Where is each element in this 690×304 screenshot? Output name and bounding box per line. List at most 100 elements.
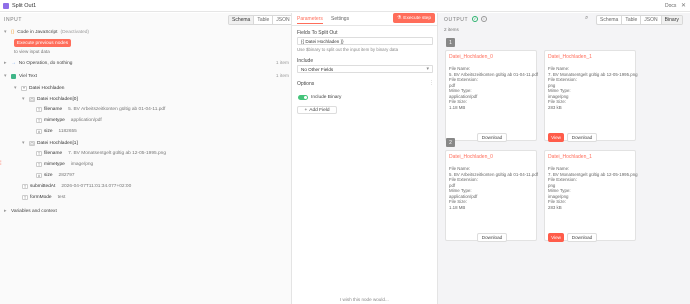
tree-key: Datei Hochladen[0] — [37, 96, 78, 102]
code-node-row[interactable]: ▾ {} Code in JavaScript (Deactivated) — [4, 29, 89, 35]
output-item-count: 2 items — [444, 27, 459, 32]
drag-handle-icon[interactable]: ⁞ — [0, 161, 2, 167]
fields-input[interactable]: {{ Datei Hochladen }} — [297, 37, 433, 45]
output-tab-json[interactable]: JSON — [641, 16, 662, 24]
binary-card: Datei_Hochladen_0 File Name: 5. BV Arbeit… — [445, 50, 538, 142]
node-title[interactable]: Split Out1 — [12, 3, 36, 9]
code-node-name: Code in JavaScript — [17, 29, 58, 35]
variables-row[interactable]: ▸ Variables and context — [4, 208, 57, 214]
execute-previous-button[interactable]: Execute previous nodes — [14, 39, 71, 47]
include-select[interactable]: No Other Fields ▾ — [297, 65, 433, 73]
tree-item1-row[interactable]: ▾ ⊡ Datei Hochladen[1] — [22, 140, 84, 146]
binary-card-meta: File Name: 5. BV Arbeitszeitkonten gültig… — [449, 166, 539, 210]
chevron-down-icon[interactable]: ▾ — [4, 73, 8, 79]
binary-card-title: Datei_Hochladen_1 — [548, 54, 592, 60]
text-type-icon: T — [22, 184, 28, 189]
view-button[interactable]: View — [548, 133, 564, 142]
output-tab-table[interactable]: Table — [622, 16, 642, 24]
chevron-down-icon[interactable]: ▾ — [22, 96, 26, 102]
download-button[interactable]: Download — [567, 233, 597, 242]
output-tab-binary[interactable]: Binary — [661, 16, 682, 24]
item-index-badge: 2 — [446, 138, 455, 147]
output-header: OUTPUT — [444, 17, 469, 23]
tree-item0-row[interactable]: ▾ ⊡ Datei Hochladen[0] — [22, 96, 84, 102]
binary-card: Datei_Hochladen_1 File Name: 7. BV Monats… — [544, 150, 638, 242]
input-tab-json[interactable]: JSON — [273, 16, 291, 24]
tree-key: submittedAt — [30, 184, 56, 189]
tab-settings[interactable]: Settings — [331, 16, 349, 22]
tree-key: Datei Hochladen — [29, 85, 65, 91]
chevron-right-icon[interactable]: ▸ — [4, 60, 8, 66]
tree-key: formMode — [30, 195, 52, 200]
flask-icon: ⚗ — [396, 15, 402, 21]
noop-node-row[interactable]: ▸ → No Operation, do nothing 1 item — [4, 60, 289, 66]
search-icon[interactable]: ⌕ — [585, 15, 588, 22]
execute-step-label: Execute step — [403, 15, 432, 21]
tree-field-row: # size 282797 — [36, 173, 75, 178]
tree-value: 7. BV Monatsentgelt gültig ab 12-05-1995… — [68, 151, 167, 156]
tree-field-row: # size 1182655 — [36, 129, 77, 134]
tree-key: size — [44, 129, 53, 134]
input-tab-table[interactable]: Table — [254, 16, 274, 24]
success-icon: ✓ — [472, 16, 478, 22]
feedback-link[interactable]: I wish this node would... — [340, 297, 389, 302]
array-type-icon: ≡ — [21, 85, 27, 91]
tree-key: filename — [44, 107, 63, 112]
item-index-badge: 1 — [446, 38, 455, 47]
view-button[interactable]: View — [548, 233, 564, 242]
chevron-down-icon: ▾ — [426, 66, 429, 72]
toggle-knob — [304, 96, 307, 99]
output-tab-schema[interactable]: Schema — [597, 16, 623, 24]
tabs-divider — [292, 25, 437, 26]
add-field-label: Add Field — [309, 107, 330, 113]
info-icon[interactable]: i — [481, 16, 487, 22]
tree-key: mimetype — [44, 118, 65, 123]
execute-step-button[interactable]: ⚗ Execute step — [393, 13, 435, 23]
chevron-right-icon[interactable]: ▸ — [4, 208, 8, 214]
viel-node-row[interactable]: ▾ Viel Text 1 item — [4, 73, 289, 79]
tree-field-row: T mimetype image/png — [36, 162, 93, 167]
output-view-toggle: Schema Table JSON Binary — [596, 15, 683, 25]
variables-label: Variables and context — [11, 208, 57, 214]
parameters-panel: Parameters Settings ⚗ Execute step Field… — [292, 13, 438, 304]
fields-input-value: {{ Datei Hochladen }} — [301, 39, 344, 44]
tree-field-row: T formMode test — [22, 195, 65, 200]
download-button[interactable]: Download — [567, 133, 597, 142]
chevron-down-icon[interactable]: ▾ — [22, 140, 26, 146]
input-view-toggle: Schema Table JSON — [228, 15, 291, 25]
tree-value: 2026-04-07T11:01:34.077+02:00 — [61, 184, 132, 189]
docs-link[interactable]: Docs — [665, 3, 676, 9]
download-button[interactable]: Download — [477, 233, 507, 242]
binary-card: Datei_Hochladen_1 File Name: 7. BV Monats… — [544, 50, 638, 142]
tree-field-row: T filename 7. BV Monatsentgelt gültig ab… — [36, 151, 166, 156]
tree-value: 1182655 — [58, 129, 77, 134]
text-type-icon: T — [36, 107, 42, 112]
object-type-icon: ⊡ — [29, 96, 35, 102]
tree-value: 282797 — [58, 173, 75, 178]
binary-card: Datei_Hochladen_0 File Name: 5. BV Arbeit… — [445, 150, 539, 242]
noop-node-name: No Operation, do nothing — [18, 60, 73, 66]
tab-parameters[interactable]: Parameters — [297, 16, 323, 22]
input-tab-schema[interactable]: Schema — [229, 16, 255, 24]
tree-value: test — [57, 195, 66, 200]
close-icon[interactable]: ✕ — [681, 2, 686, 9]
add-field-button[interactable]: + Add Field — [297, 106, 337, 114]
plus-icon: + — [304, 107, 308, 113]
number-type-icon: # — [36, 129, 42, 134]
include-binary-label: Include Binary — [311, 95, 342, 100]
code-node-status: (Deactivated) — [60, 29, 90, 35]
binary-card-meta: File Name: 7. BV Monatsentgelt gültig ab … — [548, 66, 638, 110]
text-type-icon: T — [36, 118, 42, 123]
download-button[interactable]: Download — [477, 133, 507, 142]
code-node-hint: to view input data — [14, 49, 50, 54]
text-type-icon: T — [36, 162, 42, 167]
tree-key: filename — [44, 151, 63, 156]
chevron-down-icon[interactable]: ▾ — [4, 29, 8, 35]
tree-root-row[interactable]: ▾ ≡ Datei Hochladen — [14, 85, 70, 91]
split-out-editor: Split Out1 Docs ✕ INPUT Schema Table JSO… — [0, 0, 690, 304]
options-label: Options — [297, 81, 315, 87]
include-binary-toggle[interactable] — [298, 95, 308, 100]
tree-key: size — [44, 173, 53, 178]
chevron-down-icon[interactable]: ▾ — [14, 85, 18, 91]
more-options-icon[interactable]: ⋮ — [429, 80, 434, 86]
